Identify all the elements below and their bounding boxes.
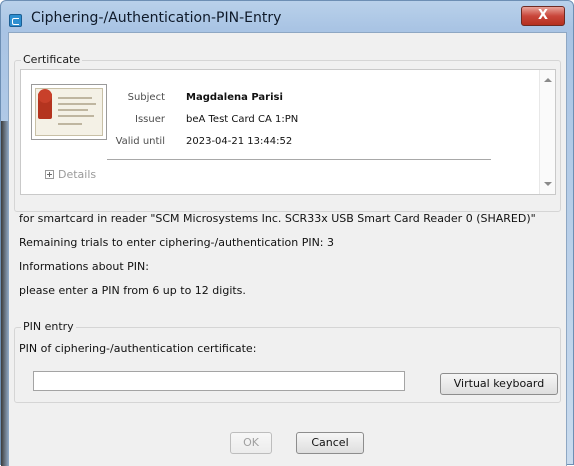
pin-entry-legend: PIN entry [21, 320, 76, 333]
divider [107, 159, 491, 160]
ok-button[interactable]: OK [230, 432, 272, 454]
window-title: Ciphering-/Authentication-PIN-Entry [31, 10, 282, 26]
pin-field-label: PIN of ciphering-/authentication certifi… [19, 342, 257, 355]
certificate-panel: Subject Magdalena Parisi Issuer beA Test… [20, 69, 556, 195]
virtual-keyboard-button[interactable]: Virtual keyboard [440, 373, 558, 395]
cancel-button[interactable]: Cancel [296, 432, 364, 454]
remaining-trials-info: Remaining trials to enter ciphering-/aut… [19, 236, 335, 249]
pin-length-hint: please enter a PIN from 6 up to 12 digit… [19, 284, 246, 297]
app-icon [9, 14, 22, 27]
subject-value: Magdalena Parisi [186, 92, 283, 103]
scroll-down-icon[interactable] [544, 182, 552, 186]
background-edge [1, 121, 8, 466]
scroll-up-icon[interactable] [544, 78, 552, 82]
expand-plus-icon [45, 170, 54, 179]
certificate-scrollbar[interactable] [539, 70, 555, 194]
close-button[interactable]: X [521, 6, 565, 26]
details-toggle[interactable]: Details [45, 168, 96, 181]
details-label: Details [58, 168, 97, 181]
pin-info-heading: Informations about PIN: [19, 260, 149, 273]
valid-until-label: Valid until [115, 136, 165, 147]
certificate-legend: Certificate [21, 53, 83, 66]
valid-until-value: 2023-04-21 13:44:52 [186, 136, 293, 147]
issuer-value: beA Test Card CA 1:PN [186, 114, 299, 125]
issuer-label: Issuer [135, 114, 165, 125]
dialog-content: Certificate Subject Magdalena Parisi Iss… [8, 32, 567, 466]
dialog-window: Ciphering-/Authentication-PIN-Entry X Ce… [0, 0, 574, 466]
subject-label: Subject [127, 92, 165, 103]
reader-info: for smartcard in reader "SCM Microsystem… [19, 212, 536, 225]
pin-input[interactable] [33, 371, 405, 391]
